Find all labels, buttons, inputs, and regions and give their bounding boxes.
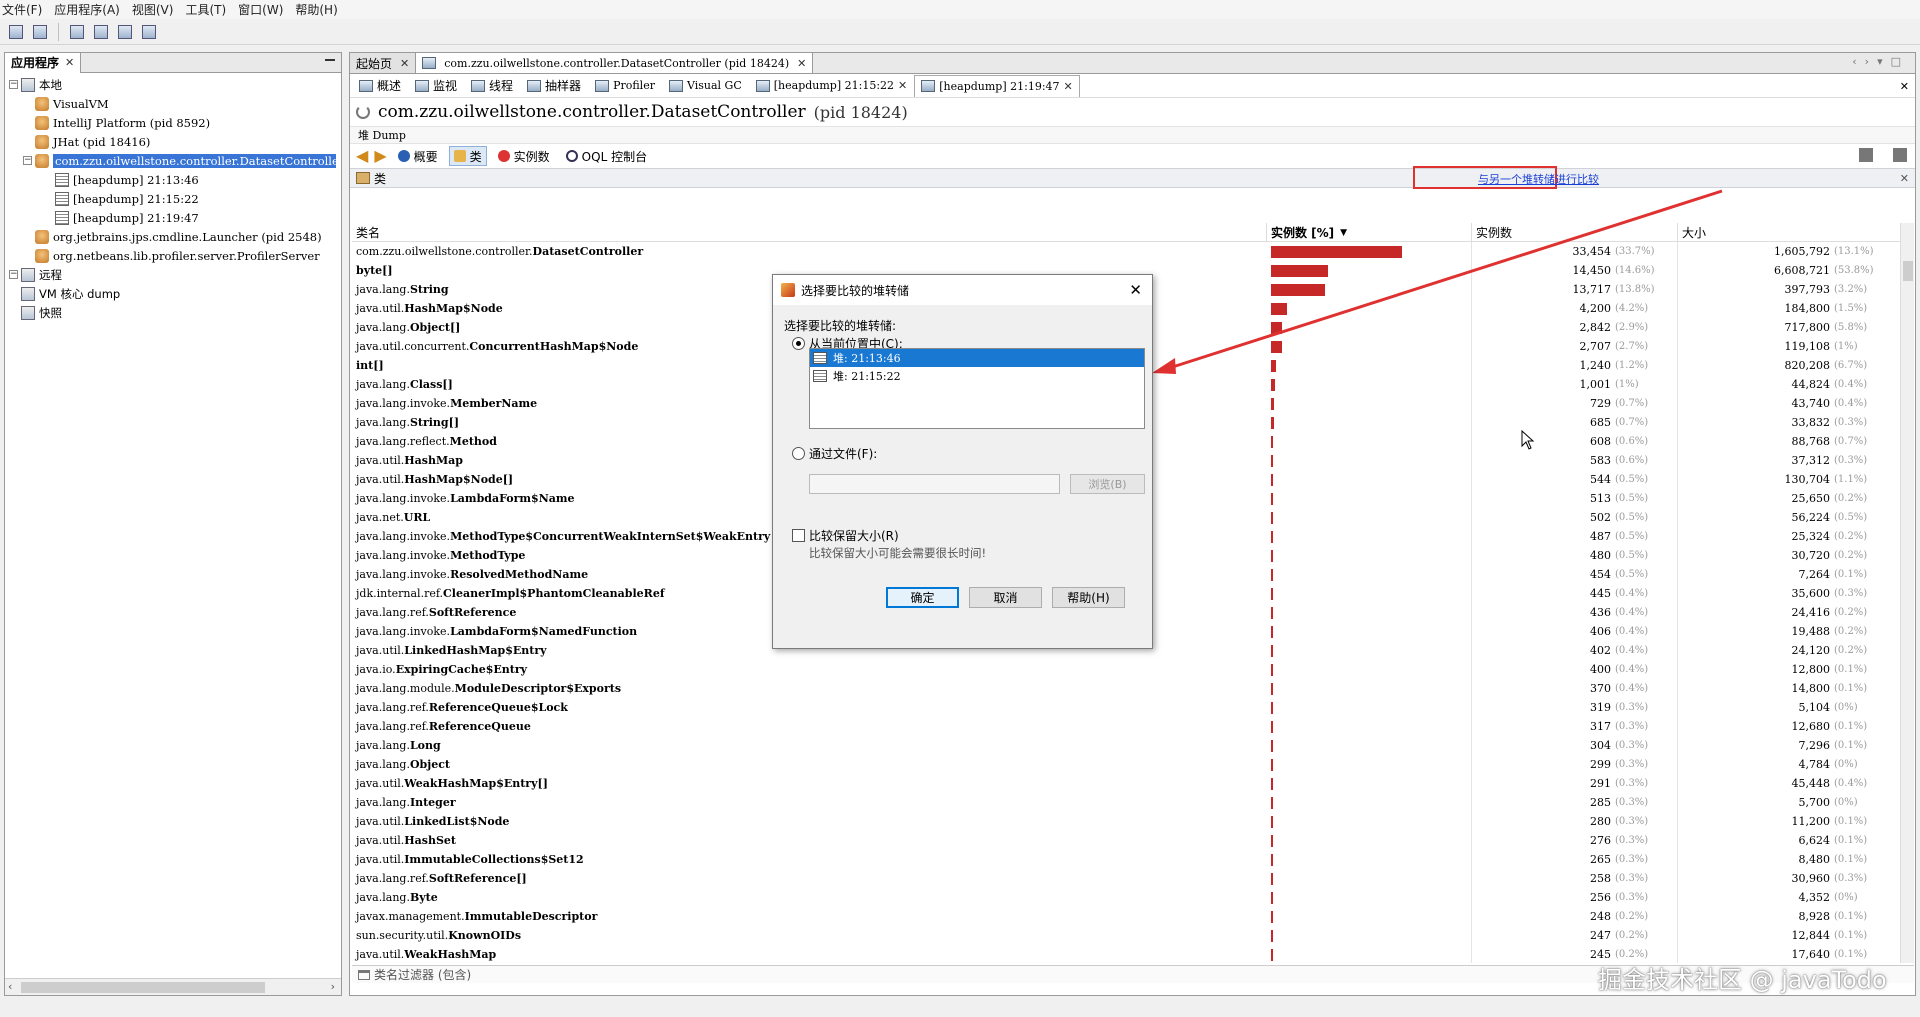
annotation-arrow-line	[1159, 189, 1723, 373]
radio-button-checked[interactable]	[792, 337, 805, 350]
radio-label: 通过文件(F):	[809, 447, 878, 461]
dialog-heading: 选择要比较的堆转储:	[784, 319, 897, 333]
cancel-button[interactable]: 取消	[969, 587, 1042, 608]
watermark: 掘金技术社区 @ javaTodo	[1598, 966, 1887, 994]
checkbox-label: 比较保留大小(R)	[809, 529, 899, 543]
from-file-radio[interactable]: 通过文件(F):	[792, 445, 877, 462]
help-button[interactable]: 帮助(H)	[1052, 587, 1125, 608]
heap-dump-list[interactable]: 堆: 21:13:46 堆: 21:15:22	[809, 348, 1145, 429]
dialog-titlebar: 选择要比较的堆转储 ✕	[773, 275, 1152, 305]
ok-button[interactable]: 确定	[886, 587, 959, 608]
dialog-title: 选择要比较的堆转储	[801, 283, 910, 298]
heapdump-icon	[813, 352, 827, 364]
list-item[interactable]: 堆: 21:13:46	[810, 349, 1144, 367]
compare-heap-dump-dialog: 选择要比较的堆转储 ✕ 选择要比较的堆转储: 从当前位置中(C): 堆: 21:…	[772, 274, 1153, 649]
visualvm-icon	[781, 283, 795, 297]
list-item-label: 堆: 21:13:46	[833, 352, 901, 365]
list-item-label: 堆: 21:15:22	[833, 370, 901, 383]
radio-button[interactable]	[792, 447, 805, 460]
browse-button[interactable]: 浏览(B)	[1070, 474, 1145, 494]
checkbox[interactable]	[792, 529, 805, 542]
file-path-input[interactable]	[809, 474, 1060, 494]
annotation-arrow-head	[1152, 358, 1176, 374]
mouse-cursor-icon	[1521, 430, 1535, 450]
close-icon[interactable]: ✕	[1129, 281, 1142, 299]
compare-retained-checkbox[interactable]: 比较保留大小(R)	[792, 527, 899, 544]
heapdump-icon	[813, 370, 827, 382]
retained-size-hint: 比较保留大小可能会需要很长时间!	[809, 546, 987, 560]
list-item[interactable]: 堆: 21:15:22	[810, 367, 1144, 385]
